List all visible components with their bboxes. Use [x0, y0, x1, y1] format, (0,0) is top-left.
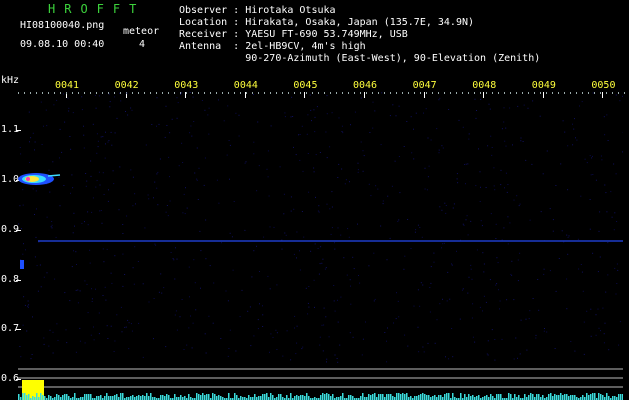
observer-info: Observer : Hirotaka Otsuka [179, 5, 336, 16]
meteor-echo-peak [26, 177, 30, 181]
x-tick-label: 0045 [293, 80, 318, 91]
location-info: Location : Hirakata, Osaka, Japan (135.7… [179, 17, 475, 28]
spectrogram [18, 92, 623, 400]
spectrogram-canvas [18, 92, 623, 400]
x-minor-tick [624, 92, 625, 94]
filename-label: HI08100040.png [20, 20, 105, 31]
x-tick-label: 0049 [531, 80, 556, 91]
x-tick-label: 0042 [114, 80, 139, 91]
meteor-echo-tail [47, 174, 61, 177]
x-tick-label: 0043 [174, 80, 199, 91]
receiver-info: Receiver : YAESU FT-690 53.749MHz, USB [179, 29, 408, 40]
antenna-direction-info: 90-270-Azimuth (East-West), 90-Elevation… [179, 53, 541, 64]
x-tick-label: 0050 [591, 80, 616, 91]
meteor-label: meteor [123, 26, 160, 37]
small-echo [20, 260, 24, 269]
x-tick-label: 0047 [412, 80, 437, 91]
y-unit-label: kHz [1, 75, 20, 86]
meteor-count: 4 [139, 39, 146, 50]
hrofft-window: HROFFT HI08100040.png 09.08.10 00:40 met… [0, 0, 629, 400]
antenna-info: Antenna : 2el-HB9CV, 4m's high [179, 41, 366, 52]
x-tick-label: 0044 [233, 80, 258, 91]
noise-floor [18, 393, 623, 400]
background-noise [18, 92, 623, 363]
datetime-label: 09.08.10 00:40 [20, 39, 105, 50]
x-tick-label: 0046 [353, 80, 378, 91]
x-tick-label: 0041 [55, 80, 80, 91]
app-title: HROFFT [48, 2, 146, 16]
x-tick-label: 0048 [472, 80, 497, 91]
